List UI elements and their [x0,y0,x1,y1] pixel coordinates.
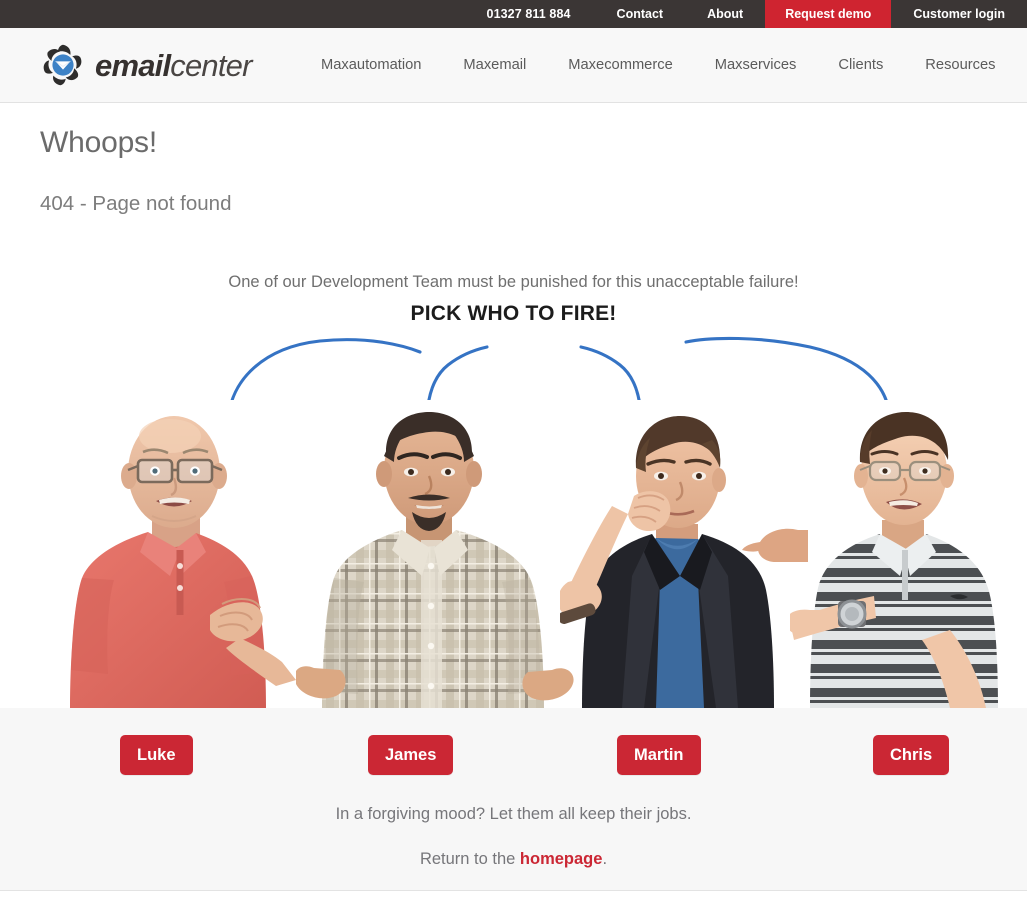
action-footer-panel: Luke James Martin Chris In a forgiving m… [0,708,1027,890]
fire-button-chris[interactable]: Chris [873,735,950,775]
fire-button-james[interactable]: James [368,735,454,775]
nav-item-maxemail[interactable]: Maxemail [442,57,547,73]
error-code-text: 404 - Page not found [40,192,232,215]
fire-button-row: Luke James Martin Chris [0,735,1027,775]
page-root: 01327 811 884 Contact About Request demo… [0,0,1027,898]
nav-item-clients[interactable]: Clients [817,57,904,73]
return-suffix-text: . [602,850,608,868]
logo-wordmark-bold: email [95,47,171,83]
request-demo-button[interactable]: Request demo [765,0,892,28]
topbar-link-about[interactable]: About [685,0,765,28]
call-to-action-text: PICK WHO TO FIRE! [410,302,617,325]
forgiving-mood-text: In a forgiving mood? Let them all keep t… [335,805,692,823]
phone-number: 01327 811 884 [486,7,571,21]
nav-item-maxecommerce[interactable]: Maxecommerce [547,57,693,73]
nav-item-maxautomation[interactable]: Maxautomation [300,57,442,73]
site-header: emailcenter Maxautomation Maxemail Maxec… [0,28,1027,103]
top-utility-bar: 01327 811 884 Contact About Request demo… [0,0,1027,28]
return-prefix-text: Return to the [419,850,520,868]
person-photo-james[interactable] [296,400,574,708]
nav-item-resources[interactable]: Resources [904,57,1016,73]
person-photo-martin[interactable] [560,400,808,708]
nav-item-maxservices[interactable]: Maxservices [694,57,818,73]
nav-item-blog[interactable]: Blog [1017,57,1027,73]
logo-home-link[interactable]: emailcenter [40,42,252,88]
topbar-link-contact[interactable]: Contact [595,0,686,28]
person-photo-chris[interactable] [790,400,1027,708]
fire-button-luke[interactable]: Luke [120,735,193,775]
return-home-line: Return to the homepage. [0,850,1027,869]
fire-button-martin[interactable]: Martin [617,735,701,775]
footer-divider [0,890,1027,891]
aperture-swirl-logo-icon [43,44,82,86]
person-photo-luke[interactable] [44,400,316,708]
team-photo-strip [0,400,1027,708]
lead-text: One of our Development Team must be puni… [228,272,799,291]
logo-wordmark-light: center [170,47,252,83]
main-navigation: Maxautomation Maxemail Maxecommerce Maxs… [300,28,1027,102]
customer-login-link[interactable]: Customer login [891,0,1027,28]
homepage-link[interactable]: homepage [520,850,603,868]
logo-wordmark: emailcenter [95,50,252,81]
page-title: Whoops! [40,126,157,159]
